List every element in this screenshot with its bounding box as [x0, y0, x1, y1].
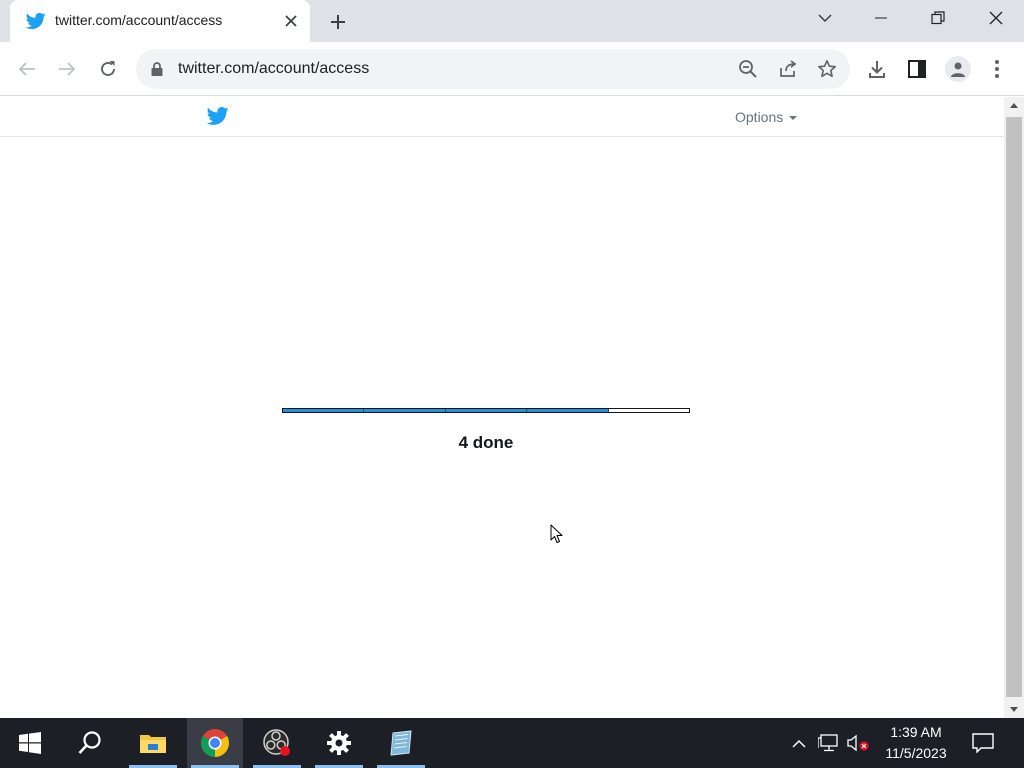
- options-label: Options: [735, 109, 784, 125]
- browser-tab[interactable]: twitter.com/account/access: [10, 0, 310, 42]
- taskbar: 1:39 AM 11/5/2023: [0, 718, 1024, 768]
- taskbar-clock[interactable]: 1:39 AM 11/5/2023: [872, 722, 960, 764]
- taskbar-app[interactable]: [373, 718, 429, 768]
- notifications-button[interactable]: [966, 718, 1000, 768]
- progress-segment: [445, 409, 528, 412]
- back-button[interactable]: [12, 54, 42, 84]
- minimize-icon: [875, 17, 887, 19]
- side-panel-icon: [908, 60, 926, 78]
- gear-icon: [327, 731, 351, 755]
- tab-title: twitter.com/account/access: [55, 12, 223, 28]
- search-button[interactable]: [62, 718, 118, 768]
- clock-time: 1:39 AM: [890, 724, 942, 740]
- progress-segment: [364, 409, 446, 412]
- progress-segment: [283, 409, 365, 412]
- progress-status-text: 4 done: [458, 433, 514, 452]
- mouse-cursor-icon: [550, 524, 563, 543]
- chrome-icon: [201, 729, 229, 757]
- volume-muted-icon: [847, 734, 869, 752]
- close-window-button[interactable]: [973, 0, 1019, 36]
- network-button[interactable]: [816, 718, 842, 768]
- caret-down-icon: [789, 116, 798, 120]
- lock-icon[interactable]: [150, 61, 164, 77]
- plus-icon: [331, 15, 345, 29]
- windows-logo-icon: [19, 732, 41, 754]
- scroll-up-button[interactable]: [1004, 97, 1024, 114]
- progress-segment: [609, 409, 689, 412]
- new-tab-button[interactable]: [324, 8, 352, 36]
- zoom-out-icon: [739, 60, 757, 78]
- scroll-down-button[interactable]: [1004, 701, 1024, 718]
- triangle-down-icon: [1010, 707, 1018, 712]
- triangle-up-icon: [1010, 103, 1018, 108]
- network-icon: [818, 734, 838, 752]
- tab-search-button[interactable]: [802, 0, 848, 36]
- close-icon: [285, 15, 297, 27]
- show-hidden-icons-button[interactable]: [787, 718, 811, 768]
- person-icon: [951, 62, 965, 77]
- taskbar-file-explorer[interactable]: [125, 718, 181, 768]
- notebook-app-icon: [390, 730, 412, 756]
- zoom-button[interactable]: [736, 57, 760, 81]
- taskbar-obs[interactable]: [249, 718, 305, 768]
- clock-date: 11/5/2023: [885, 745, 947, 761]
- share-icon: [780, 60, 797, 77]
- restore-icon: [931, 11, 945, 25]
- notification-icon: [972, 733, 994, 753]
- profile-button[interactable]: [944, 55, 972, 83]
- options-dropdown[interactable]: Options: [735, 109, 798, 125]
- more-vertical-icon: [995, 60, 999, 78]
- taskbar-settings[interactable]: [311, 718, 367, 768]
- chevron-down-icon: [818, 14, 832, 23]
- page-content: Options 4 done: [0, 97, 1004, 718]
- twitter-bird-icon: [26, 12, 46, 30]
- search-icon: [78, 731, 101, 754]
- forward-button[interactable]: [52, 54, 82, 84]
- volume-button[interactable]: [845, 718, 871, 768]
- downloads-button[interactable]: [863, 55, 891, 83]
- avatar: [945, 56, 971, 82]
- menu-button[interactable]: [983, 55, 1011, 83]
- obs-icon: [263, 729, 290, 756]
- browser-toolbar: twitter.com/account/access: [0, 42, 1024, 96]
- chevron-up-icon: [792, 739, 806, 748]
- progress-segment: [527, 409, 609, 412]
- bookmark-button[interactable]: [815, 57, 839, 81]
- star-icon: [818, 60, 836, 78]
- close-tab-button[interactable]: [280, 10, 302, 32]
- vertical-scrollbar[interactable]: [1004, 97, 1024, 718]
- folder-icon: [140, 735, 166, 753]
- tab-strip: twitter.com/account/access: [0, 0, 1024, 42]
- scrollbar-thumb[interactable]: [1006, 117, 1022, 697]
- arrow-left-icon: [18, 62, 35, 76]
- close-icon: [989, 11, 1003, 25]
- progress-bar: [282, 408, 690, 413]
- download-icon: [869, 61, 885, 78]
- arrow-right-icon: [59, 62, 76, 76]
- url-text[interactable]: twitter.com/account/access: [178, 60, 369, 78]
- minimize-button[interactable]: [858, 0, 904, 36]
- reload-button[interactable]: [93, 54, 123, 84]
- reload-icon: [101, 61, 115, 76]
- start-button[interactable]: [2, 718, 58, 768]
- address-bar[interactable]: twitter.com/account/access: [136, 49, 850, 89]
- share-button[interactable]: [776, 57, 800, 81]
- page-header: Options: [0, 97, 1004, 137]
- side-panel-button[interactable]: [903, 55, 931, 83]
- taskbar-chrome[interactable]: [187, 718, 243, 768]
- twitter-logo-icon[interactable]: [207, 106, 229, 126]
- restore-button[interactable]: [915, 0, 961, 36]
